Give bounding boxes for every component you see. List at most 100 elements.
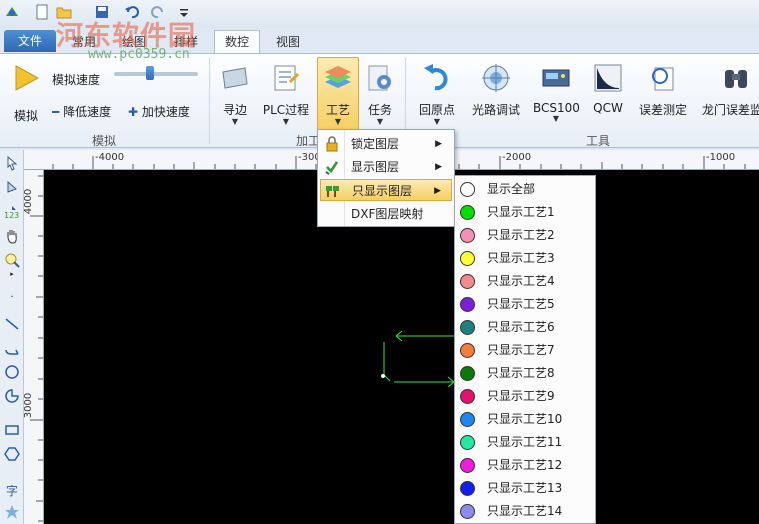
submenu-item-process-layer[interactable]: 只显示工艺3	[455, 247, 595, 270]
optical-debug-label: 光路调试	[471, 103, 520, 117]
sim-speed-slider-thumb[interactable]	[146, 66, 154, 80]
tab-nc[interactable]: 数控	[214, 30, 261, 54]
edge-find-label: 寻边	[222, 103, 247, 117]
layers-icon	[325, 66, 351, 88]
layer-color-dot-icon	[460, 435, 475, 450]
v-ruler-label: 3000	[24, 392, 35, 419]
bcs100-label: BCS100	[533, 101, 580, 115]
simulate-label: 模拟	[13, 109, 38, 123]
sim-speed-slider-track[interactable]	[114, 72, 198, 76]
layer-filter-icon	[326, 186, 339, 197]
submenu-item-process-layer[interactable]: 显示全部	[455, 178, 595, 201]
chevron-down-icon: ▼	[376, 117, 384, 126]
watermark-url: www.pc0359.cn	[88, 47, 190, 62]
simulate-button[interactable]: 模拟	[4, 62, 48, 124]
submenu-item-process-layer[interactable]: 只显示工艺11	[455, 431, 595, 454]
h-ruler-label: -2000	[502, 152, 532, 163]
process-label: 工艺	[325, 103, 350, 117]
rectangle-icon[interactable]	[4, 422, 20, 438]
submenu-item-process-layer[interactable]: 只显示工艺9	[455, 385, 595, 408]
start-point-marker	[381, 374, 385, 378]
gantry-error-button[interactable]: 龙门误差监	[700, 62, 759, 118]
submenu-item-process-layer[interactable]: 只显示工艺6	[455, 316, 595, 339]
line-icon[interactable]	[4, 316, 20, 332]
speed-up-button[interactable]: ✚ 加快速度	[128, 103, 190, 120]
layer-color-dot-icon	[460, 389, 475, 404]
show-layer-label: 显示图层	[351, 160, 400, 174]
bcs100-button[interactable]: BCS100 ▼	[533, 62, 580, 123]
submenu-item-label: 只显示工艺13	[487, 481, 563, 495]
numbering-icon[interactable]: 123	[4, 204, 20, 220]
arc-icon[interactable]	[4, 388, 20, 404]
layer-color-dot-icon	[460, 366, 475, 381]
optical-debug-button[interactable]: 光路调试	[469, 62, 523, 118]
task-label: 任务	[367, 103, 392, 117]
layer-color-dot-icon	[460, 458, 475, 473]
tab-file[interactable]: 文件	[4, 30, 56, 52]
submenu-arrow-icon: ▶	[434, 186, 441, 196]
star-shape-icon[interactable]	[4, 504, 20, 520]
menu-item-lock-layer[interactable]: 锁定图层 ▶	[320, 133, 452, 155]
layer-color-dot-icon	[460, 251, 475, 266]
submenu-item-process-layer[interactable]: 只显示工艺12	[455, 454, 595, 477]
submenu-item-label: 只显示工艺2	[487, 228, 555, 242]
return-origin-button[interactable]: 回原点 ▼	[416, 62, 458, 126]
optical-target-icon	[482, 64, 510, 92]
submenu-item-process-layer[interactable]: 只显示工艺13	[455, 477, 595, 500]
task-button[interactable]: 任务 ▼	[364, 62, 396, 126]
submenu-arrow-icon: ▶	[435, 139, 442, 149]
plc-process-label: PLC过程	[262, 103, 310, 117]
chevron-down-icon: ▼	[552, 114, 560, 123]
submenu-item-process-layer[interactable]: 只显示工艺5	[455, 293, 595, 316]
error-measure-icon	[652, 67, 674, 91]
menu-item-show-layer[interactable]: 显示图层 ▶	[320, 156, 452, 178]
h-ruler-label: -1000	[706, 152, 736, 163]
plc-process-icon	[274, 65, 300, 91]
layer-color-dot-icon	[460, 481, 475, 496]
layer-color-dot-icon	[460, 343, 475, 358]
plc-process-button[interactable]: PLC过程 ▼	[260, 62, 312, 126]
new-file-icon[interactable]	[34, 4, 50, 20]
submenu-item-process-layer[interactable]: 只显示工艺4	[455, 270, 595, 293]
point-icon[interactable]: ·	[4, 292, 20, 308]
menu-item-dxf-map[interactable]: DXF图层映射	[320, 203, 452, 225]
submenu-item-label: 只显示工艺6	[487, 320, 555, 334]
chevron-down-icon: ▼	[334, 117, 342, 126]
tab-view[interactable]: 视图	[266, 31, 310, 53]
node-edit-icon[interactable]	[4, 180, 20, 196]
checkmark-icon	[325, 161, 339, 175]
circle-icon[interactable]	[4, 364, 20, 380]
edge-find-icon	[222, 67, 248, 89]
vertical-ruler: 4000 3000	[24, 170, 44, 524]
select-arrow-icon[interactable]	[4, 155, 20, 171]
expand-arrow-icon[interactable]: ▸	[4, 270, 20, 286]
submenu-item-process-layer[interactable]: 只显示工艺14	[455, 500, 595, 523]
submenu-item-process-layer[interactable]: 只显示工艺2	[455, 224, 595, 247]
polyline-icon[interactable]	[4, 340, 20, 356]
group-separator	[209, 58, 210, 144]
only-show-layer-label: 只显示图层	[352, 184, 413, 198]
edge-find-button[interactable]: 寻边 ▼	[215, 62, 255, 126]
qcw-button[interactable]: QCW	[590, 62, 626, 115]
polygon-icon[interactable]	[4, 446, 20, 462]
submenu-item-label: 显示全部	[487, 182, 536, 196]
submenu-item-label: 只显示工艺1	[487, 205, 555, 219]
submenu-item-process-layer[interactable]: 只显示工艺10	[455, 408, 595, 431]
text-tool-icon[interactable]: 字	[4, 482, 20, 498]
layer-color-dot-icon	[460, 297, 475, 312]
zoom-icon[interactable]	[4, 252, 20, 268]
submenu-item-process-layer[interactable]: 只显示工艺8	[455, 362, 595, 385]
submenu-item-process-layer[interactable]: 只显示工艺1	[455, 201, 595, 224]
process-button[interactable]: 工艺 ▼	[317, 57, 359, 131]
slow-down-button[interactable]: ━ 降低速度	[52, 103, 111, 120]
submenu-item-process-layer[interactable]: 只显示工艺7	[455, 339, 595, 362]
gantry-error-label: 龙门误差监	[702, 103, 759, 117]
submenu-item-label: 只显示工艺12	[487, 458, 563, 472]
submenu-item-label: 只显示工艺5	[487, 297, 555, 311]
menu-item-only-show-layer[interactable]: 只显示图层 ▶	[320, 179, 452, 201]
error-measure-button[interactable]: 误差测定	[636, 62, 690, 118]
lock-layer-label: 锁定图层	[351, 137, 400, 151]
pan-hand-icon[interactable]	[4, 228, 20, 244]
layer-color-dot-icon	[460, 320, 475, 335]
chevron-down-icon: ▼	[433, 117, 441, 126]
